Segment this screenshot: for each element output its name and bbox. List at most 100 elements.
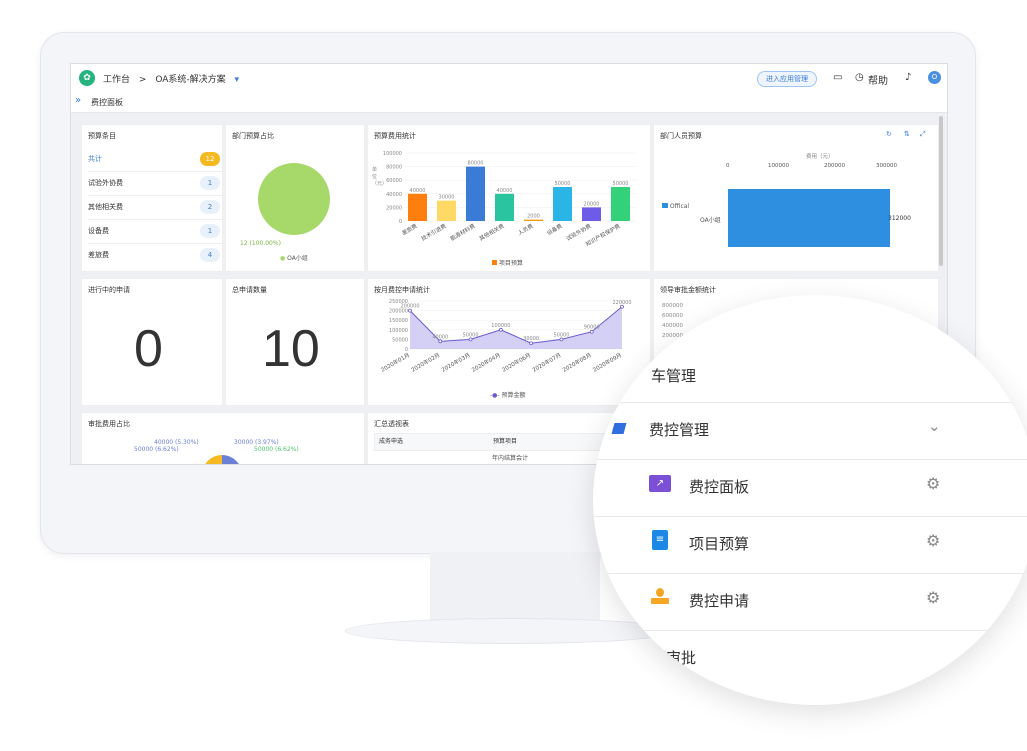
bell-icon[interactable]: ♪ [905, 72, 911, 83]
expand-icon[interactable]: » [75, 95, 81, 106]
panel-title: 进行中的申请 [88, 286, 130, 294]
refresh-icon[interactable]: ↻ [886, 130, 892, 138]
approval-ratio-panel: 审批费用占比 40000 (5.30%) 50000 (6.62%) 30000… [81, 412, 365, 464]
pie-chart[interactable] [202, 455, 242, 464]
sub-bar: » 费控面板 [71, 92, 947, 113]
bar [553, 187, 572, 221]
y-tick-label: 150000 [389, 318, 408, 324]
tablet-icon[interactable]: ▭ [833, 72, 842, 83]
pie-label: 30000 (3.97%) [234, 439, 279, 446]
x-tick-label: 差旅费 [400, 222, 419, 237]
menu-section-fee-control[interactable]: 费控管理 ⌄ [593, 403, 1027, 459]
data-label: 40000 [432, 334, 448, 340]
budget-cost-panel: 预算费用统计 单位（元） 100000 80000 60000 40000 20000 0… [367, 124, 651, 272]
list-item[interactable]: 共计 12 [88, 147, 222, 172]
panel-title: 预算条目 [88, 132, 116, 140]
budget-bar-chart: 100000 80000 60000 40000 20000 0 40000 差旅费 30000… [383, 151, 636, 248]
list-item[interactable]: 设备费 1 [88, 219, 222, 244]
data-label: 50000 [613, 181, 629, 187]
gear-icon[interactable]: ⚙ [926, 531, 940, 550]
clock-icon[interactable]: ◷ [855, 72, 864, 83]
in-progress-panel: 进行中的申请 0 [81, 278, 223, 406]
x-tick-label: 试验外协费 [565, 222, 593, 243]
list-item[interactable]: 其他相关费 2 [88, 195, 222, 220]
panel-title: 按月费控申请统计 [374, 286, 430, 294]
breadcrumb-separator: > [138, 75, 147, 85]
panel-title: 领导审批金额统计 [660, 286, 716, 294]
pie-label: 50000 (6.62%) [134, 446, 179, 453]
bar [495, 193, 514, 221]
gear-icon[interactable]: ⚙ [926, 588, 940, 607]
enter-app-management-button[interactable]: 进入应用管理 [757, 71, 817, 87]
menu-item-partial[interactable]: 车管理 [593, 347, 1027, 403]
pie-slice[interactable] [258, 163, 330, 235]
menu-item-partial[interactable]: 项审批 [593, 631, 1027, 687]
stamp-icon [651, 588, 669, 606]
data-label: 30000 [439, 195, 455, 201]
help-link[interactable]: 帮助 [868, 72, 888, 87]
panel-title: 部门人员预算 [660, 132, 702, 140]
x-tick-label: 2020年08月 [561, 351, 593, 374]
pie-label: 50000 (6.62%) [254, 446, 299, 453]
menu-item-fee-panel[interactable]: ↗ 费控面板 ⚙ [593, 460, 1027, 516]
bar[interactable] [728, 189, 890, 247]
bar [408, 193, 427, 221]
count-badge: 1 [200, 176, 220, 190]
fullscreen-icon[interactable]: ⤢ [920, 130, 926, 139]
category-label: OA小组 [700, 217, 721, 224]
bar [466, 166, 485, 221]
top-bar: ✿ 工作台 > OA系统-解决方案 ▾ 进入应用管理 ▭ ◷ 帮助 ♪ O [71, 64, 947, 93]
scrollbar[interactable] [939, 116, 943, 266]
page-title: 费控面板 [91, 98, 123, 107]
document-icon: ≡ [652, 530, 668, 550]
dept-ratio-panel: 部门预算占比 12 (100.00%) ● OA小组 [225, 124, 365, 272]
pie-label: 40000 (5.30%) [154, 439, 199, 446]
y-tick-label: 80000 [386, 165, 402, 171]
breadcrumb: 工作台 > OA系统-解决方案 ▾ [103, 72, 245, 85]
bar [437, 200, 456, 221]
legend-item[interactable]: Offical [662, 203, 689, 210]
list-item[interactable]: 试验外协费 1 [88, 171, 222, 196]
data-label: 50000 [463, 332, 479, 338]
x-tick-label: 技术引进费 [420, 222, 448, 243]
count-badge: 2 [200, 200, 220, 214]
data-label: 20000 [584, 201, 600, 207]
chevron-down-icon[interactable]: ⌄ [928, 417, 941, 435]
budget-items-panel: 预算条目 共计 12 试验外协费 1 其他相关费 2 设备费 1 差旅费 4 [81, 124, 223, 272]
legend-marker-icon [662, 203, 668, 208]
legend-item[interactable]: -●- 预算金额 [490, 390, 526, 399]
menu-item-project-budget[interactable]: ≡ 项目预算 ⚙ [593, 517, 1027, 573]
y-tick-label: 100000 [383, 151, 402, 157]
y-tick-label: 40000 [386, 192, 402, 198]
breadcrumb-current[interactable]: OA系统-解决方案 [155, 75, 225, 85]
bar [611, 187, 630, 221]
y-axis-ticks: 800000 600000 400000 200000 [662, 303, 683, 339]
avatar[interactable]: O [928, 71, 941, 84]
menu-item-fee-apply[interactable]: 费控申请 ⚙ [593, 574, 1027, 630]
legend-item[interactable]: 项目预算 [492, 258, 523, 267]
filter-icon[interactable]: ⇅ [904, 130, 910, 138]
y-tick-label: 50000 [392, 337, 408, 343]
gear-icon[interactable]: ⚙ [926, 474, 940, 493]
count-badge: 12 [200, 152, 220, 166]
data-label: 50000 [555, 181, 571, 187]
y-tick-label: 100000 [389, 328, 408, 334]
data-label: 40000 [497, 188, 513, 194]
data-label: 312000 [888, 215, 911, 222]
list-item[interactable]: 差旅费 4 [88, 243, 222, 267]
x-tick-label: 2020年01月 [379, 351, 411, 374]
breadcrumb-home[interactable]: 工作台 [103, 75, 130, 85]
data-label: 220000 [612, 300, 631, 306]
x-tick-label: 2020年02月 [410, 351, 442, 374]
app-logo-icon[interactable]: ✿ [79, 70, 95, 86]
panel-title: 预算费用统计 [374, 132, 416, 140]
data-label: 2000 [527, 214, 540, 220]
x-tick-label: 2020年07月 [531, 351, 563, 374]
data-label: 30000 [523, 336, 539, 342]
dashboard-icon: ↗ [649, 475, 671, 492]
x-tick-label: 2020年06月 [500, 351, 532, 374]
chevron-down-icon[interactable]: ▾ [235, 75, 240, 85]
table-cell: 年内结算会计 [492, 455, 529, 462]
legend-item[interactable]: ● OA小组 [280, 253, 308, 262]
x-tick-label: 2020年04月 [470, 351, 502, 374]
